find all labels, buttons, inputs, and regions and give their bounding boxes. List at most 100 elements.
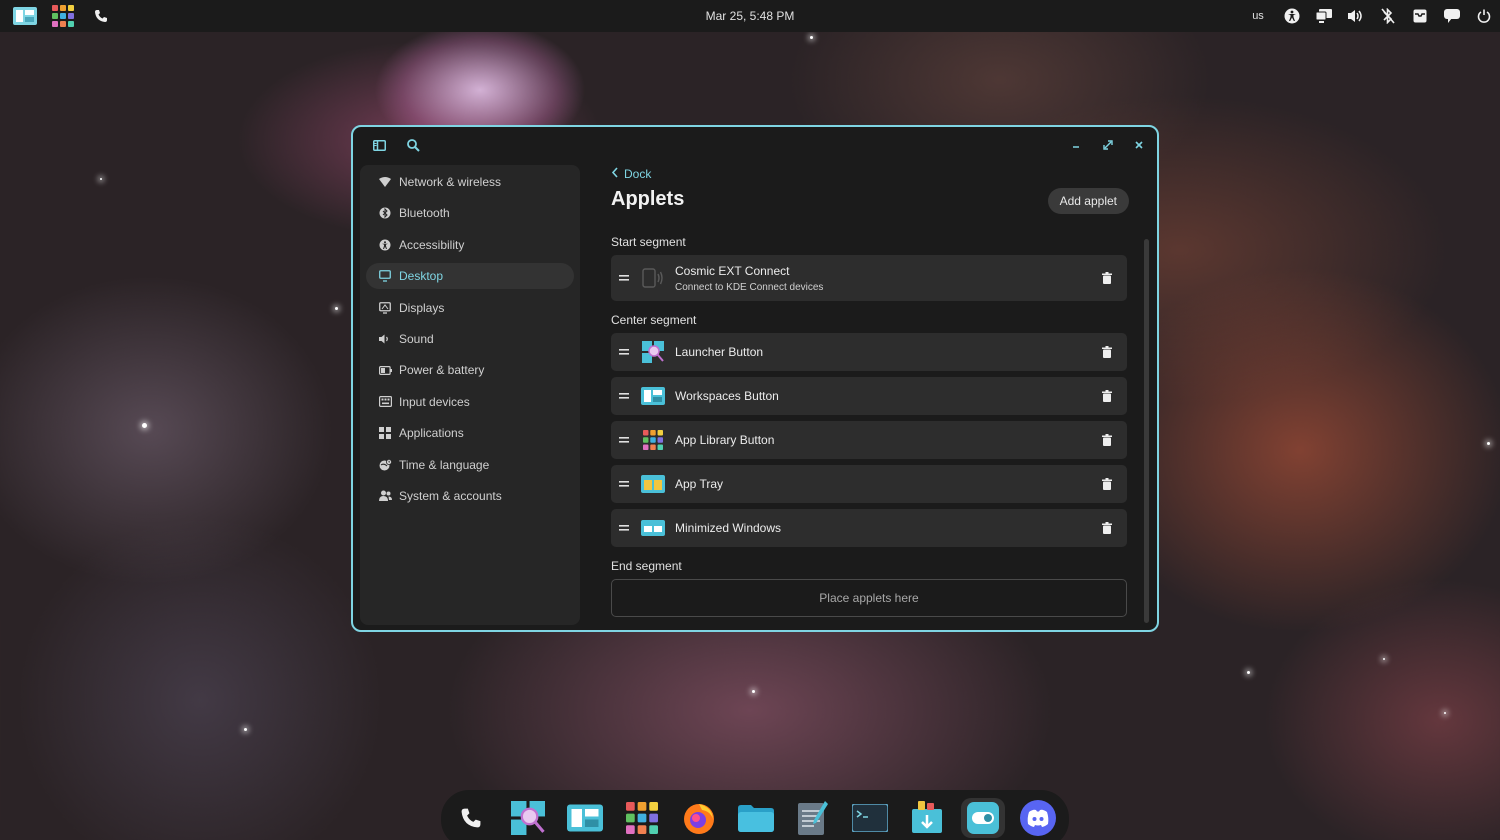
users-icon — [378, 489, 392, 503]
clock[interactable]: Mar 25, 5:48 PM — [706, 9, 795, 23]
app-tray-icon — [641, 472, 665, 496]
dock — [441, 790, 1069, 840]
applet-name: Workspaces Button — [675, 389, 779, 403]
drag-handle-icon[interactable] — [611, 393, 637, 399]
discord-icon[interactable] — [1018, 798, 1058, 838]
minimize-icon[interactable] — [1067, 136, 1085, 154]
wifi-icon — [378, 175, 392, 189]
bluetooth-off-icon[interactable] — [1372, 0, 1404, 32]
launcher-icon — [641, 340, 665, 364]
settings-sidebar: Network & wireless Bluetooth Accessibili… — [360, 165, 580, 625]
sidebar-item-desktop[interactable]: Desktop — [366, 263, 574, 290]
display-icon[interactable] — [1308, 0, 1340, 32]
app-library-icon[interactable] — [622, 798, 662, 838]
end-segment-drop-zone[interactable]: Place applets here — [611, 579, 1127, 617]
applications-icon — [378, 426, 392, 440]
applet-name: Launcher Button — [675, 345, 764, 359]
files-icon[interactable] — [736, 798, 776, 838]
star — [244, 728, 247, 731]
keyboard-layout[interactable]: us — [1240, 10, 1276, 22]
sound-icon — [378, 332, 392, 346]
settings-window: Network & wireless Bluetooth Accessibili… — [351, 125, 1159, 632]
kde-connect-icon — [641, 266, 665, 290]
firefox-icon[interactable] — [679, 798, 719, 838]
star — [142, 423, 147, 428]
scrollbar[interactable] — [1144, 239, 1149, 623]
launcher-icon[interactable] — [508, 798, 548, 838]
text-editor-icon[interactable] — [793, 798, 833, 838]
workspaces-icon[interactable] — [6, 0, 44, 32]
terminal-icon[interactable] — [850, 798, 890, 838]
back-link[interactable]: Dock — [611, 167, 651, 181]
sidebar-item-applications[interactable]: Applications — [366, 420, 574, 446]
trash-icon[interactable] — [1087, 434, 1127, 446]
applet-name: Cosmic EXT Connect — [675, 263, 790, 278]
phone-icon[interactable] — [451, 798, 491, 838]
sidebar-item-sound[interactable]: Sound — [366, 326, 574, 352]
volume-icon[interactable] — [1340, 0, 1372, 32]
trash-icon[interactable] — [1087, 522, 1127, 534]
notifications-icon[interactable] — [1404, 0, 1436, 32]
chevron-left-icon — [611, 167, 619, 181]
bluetooth-icon — [378, 206, 392, 220]
phone-icon[interactable] — [82, 0, 120, 32]
sidebar-item-displays[interactable]: Displays — [366, 295, 574, 321]
search-icon[interactable] — [403, 135, 423, 155]
workspaces-icon — [641, 384, 665, 408]
drag-handle-icon[interactable] — [611, 481, 637, 487]
close-icon[interactable] — [1130, 136, 1148, 154]
sidebar-item-label: Desktop — [399, 269, 444, 284]
sidebar-toggle-icon[interactable] — [369, 135, 389, 155]
applet-row: App Tray — [611, 465, 1127, 503]
store-icon[interactable] — [907, 798, 947, 838]
drag-handle-icon[interactable] — [611, 437, 637, 443]
workspaces-icon[interactable] — [565, 798, 605, 838]
trash-icon[interactable] — [1087, 346, 1127, 358]
page-title: Applets — [611, 188, 685, 210]
displays-icon — [378, 301, 392, 315]
window-header[interactable] — [353, 127, 1157, 163]
app-library-icon — [641, 428, 665, 452]
applets-page: Dock Applets Add applet Start segment Co… — [611, 163, 1131, 628]
sidebar-item-accessibility[interactable]: Accessibility — [366, 232, 574, 258]
applet-row: Workspaces Button — [611, 377, 1127, 415]
sidebar-item-label: System & accounts — [399, 488, 502, 503]
star — [1383, 658, 1385, 660]
drag-handle-icon[interactable] — [611, 525, 637, 531]
applet-name: App Tray — [675, 477, 724, 491]
sidebar-item-input-devices[interactable]: Input devices — [366, 389, 574, 415]
star — [752, 690, 755, 693]
settings-icon[interactable] — [961, 798, 1005, 838]
sidebar-item-label: Bluetooth — [399, 206, 450, 221]
add-applet-button[interactable]: Add applet — [1047, 188, 1129, 214]
star — [100, 178, 102, 180]
desktop-icon — [378, 269, 392, 283]
top-panel-left — [6, 0, 120, 32]
sidebar-item-label: Applications — [399, 426, 464, 441]
sidebar-item-bluetooth[interactable]: Bluetooth — [366, 200, 574, 226]
power-icon[interactable] — [1468, 0, 1500, 32]
maximize-icon[interactable] — [1099, 136, 1117, 154]
applet-name: App Library Button — [675, 433, 775, 447]
drag-handle-icon[interactable] — [611, 349, 637, 355]
chat-icon[interactable] — [1436, 0, 1468, 32]
accessibility-icon[interactable] — [1276, 0, 1308, 32]
applet-row: App Library Button — [611, 421, 1127, 459]
sidebar-item-label: Input devices — [399, 394, 470, 409]
star — [1444, 712, 1446, 714]
trash-icon[interactable] — [1087, 390, 1127, 402]
app-library-icon[interactable] — [44, 0, 82, 32]
sidebar-item-system-accounts[interactable]: System & accounts — [366, 483, 574, 509]
top-panel: Mar 25, 5:48 PM us — [0, 0, 1500, 32]
sidebar-item-power[interactable]: Power & battery — [366, 357, 574, 383]
sidebar-item-network[interactable]: Network & wireless — [366, 169, 574, 195]
trash-icon[interactable] — [1087, 272, 1127, 284]
center-segment-label: Center segment — [611, 313, 697, 327]
star — [1487, 442, 1490, 445]
star — [1247, 671, 1250, 674]
trash-icon[interactable] — [1087, 478, 1127, 490]
drag-handle-icon[interactable] — [611, 275, 637, 281]
sidebar-item-time-language[interactable]: Time & language — [366, 452, 574, 478]
globe-clock-icon — [378, 458, 392, 472]
back-link-label: Dock — [624, 167, 652, 181]
